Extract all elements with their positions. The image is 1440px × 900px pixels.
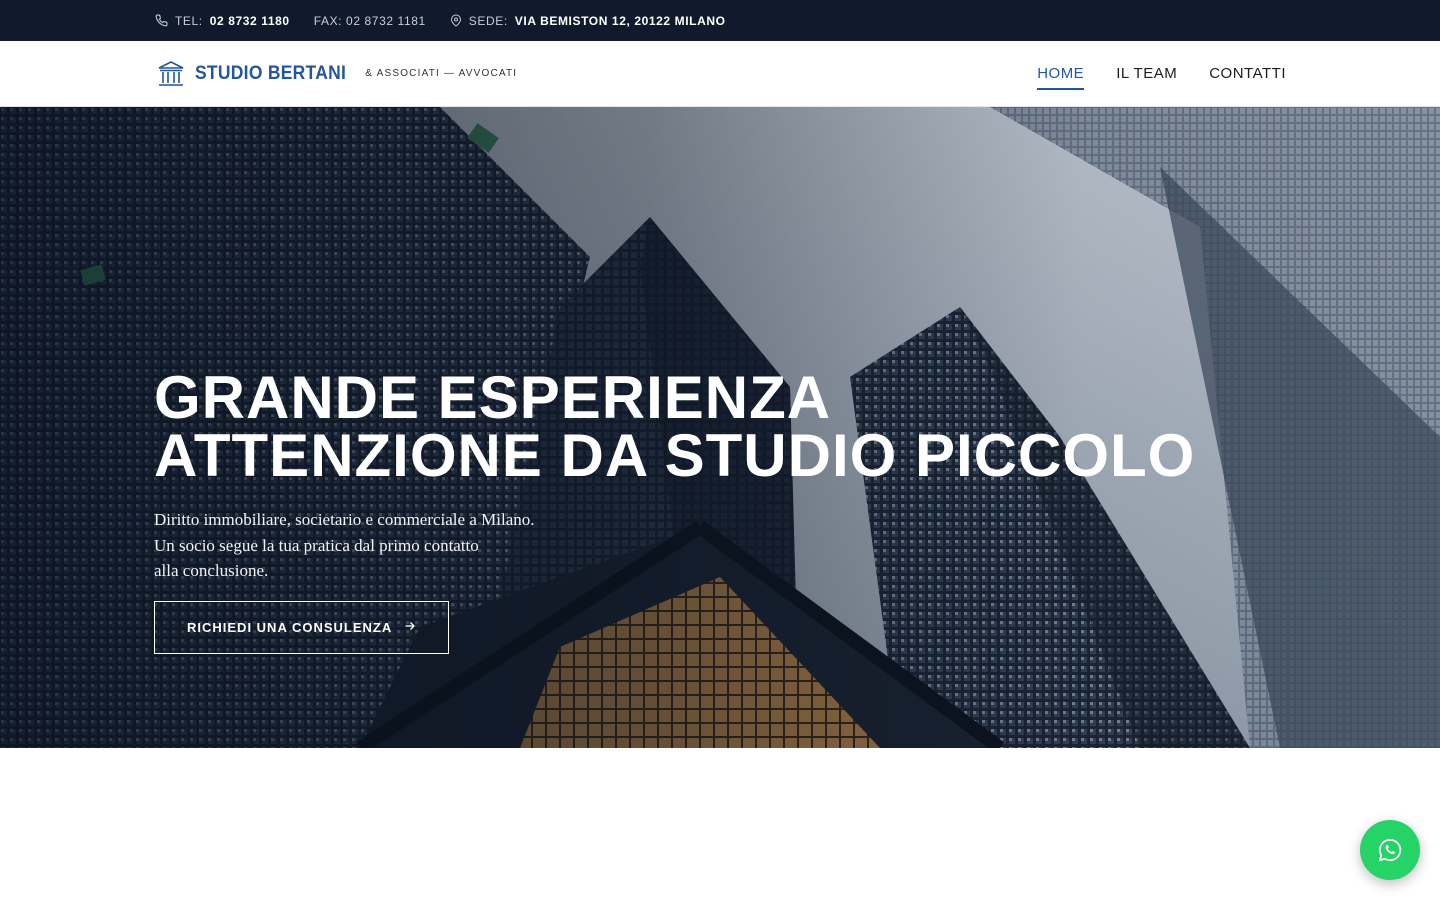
phone-number[interactable]: 02 8732 1180 [210, 14, 290, 28]
fax-number: FAX: 02 8732 1181 [313, 13, 426, 28]
hero-section: GRANDE ESPERIENZA ATTENZIONE DA STUDIO P… [0, 107, 1440, 748]
hero-title-line-2: ATTENZIONE DA STUDIO PICCOLO [154, 422, 1196, 489]
hero-title-line-1: GRANDE ESPERIENZA [154, 364, 832, 431]
nav-home[interactable]: HOME [1037, 57, 1085, 90]
phone-label: TEL: [175, 13, 203, 28]
address-contact[interactable]: SEDE: VIA BEMISTON 12, 20122 MILANO [450, 14, 726, 28]
nav-contatti[interactable]: CONTATTI [1209, 57, 1286, 90]
courthouse-icon [158, 60, 184, 86]
whatsapp-button[interactable] [1360, 820, 1420, 880]
hero-title: GRANDE ESPERIENZA ATTENZIONE DA STUDIO P… [154, 364, 1196, 489]
top-contact-bar: TEL: 02 8732 1180 FAX: 02 8732 1181 SEDE… [0, 0, 1440, 41]
main-menu: HOME IL TEAM CONTATTI [1005, 57, 1286, 90]
hero-description: Diritto immobiliare, societario e commer… [154, 507, 584, 584]
phone-contact[interactable]: TEL: 02 8732 1180 [155, 14, 290, 28]
cta-label: RICHIEDI UNA CONSULENZA [187, 619, 393, 635]
whatsapp-icon [1378, 838, 1402, 862]
hero-text-line-3: alla conclusione. [154, 561, 269, 580]
nav-il-team[interactable]: IL TEAM [1116, 57, 1177, 90]
brand-tagline: & ASSOCIATI — AVVOCATI [365, 68, 518, 79]
hero-content: GRANDE ESPERIENZA ATTENZIONE DA STUDIO P… [154, 364, 1196, 654]
address-value[interactable]: VIA BEMISTON 12, 20122 MILANO [515, 14, 726, 28]
main-navbar: STUDIO BERTANI & ASSOCIATI — AVVOCATI HO… [0, 41, 1440, 107]
arrow-right-icon [404, 619, 416, 635]
map-pin-icon [450, 14, 461, 27]
brand-name: STUDIO BERTANI [195, 62, 347, 84]
hero-text-line-1: Diritto immobiliare, societario e commer… [154, 510, 535, 529]
hero-text-line-2: Un socio segue la tua pratica dal primo … [154, 535, 479, 555]
brand-logo[interactable]: STUDIO BERTANI & ASSOCIATI — AVVOCATI [157, 60, 517, 88]
request-consultation-button[interactable]: RICHIEDI UNA CONSULENZA [154, 600, 450, 654]
fax-contact: FAX: 02 8732 1181 [314, 14, 426, 28]
phone-icon [155, 14, 168, 27]
address-label: SEDE: [468, 13, 508, 28]
